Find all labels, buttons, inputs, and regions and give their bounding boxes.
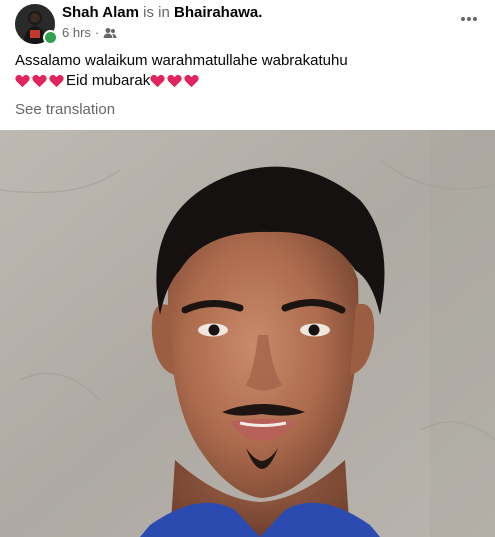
heart-icon [167, 74, 182, 88]
heart-icon [15, 74, 30, 88]
more-horizontal-icon [461, 17, 477, 21]
post-text-line1: Assalamo walaikum warahmatullahe wabraka… [15, 52, 348, 69]
post-photo[interactable] [0, 130, 495, 537]
author-name[interactable]: Shah Alam [62, 4, 139, 21]
friends-icon[interactable] [103, 27, 117, 39]
more-options-button[interactable] [457, 9, 481, 29]
portrait-photo [0, 130, 495, 537]
heart-icon [150, 74, 165, 88]
heart-icon [184, 74, 199, 88]
location-link[interactable]: Bhairahawa. [174, 4, 262, 21]
feed-post: Shah Alam is in Bhairahawa. 6 hrs · Assa… [0, 0, 495, 537]
meta-separator: · [94, 25, 100, 40]
online-status-dot [43, 30, 58, 45]
eid-greeting: Eid mubarak [66, 72, 151, 89]
post-header: Shah Alam is in Bhairahawa. [62, 4, 262, 22]
is-in-text: is in [143, 4, 170, 21]
post-meta: 6 hrs · [62, 25, 117, 41]
post-message: Assalamo walaikum warahmatullahe wabraka… [15, 51, 475, 91]
heart-icon [32, 74, 47, 88]
post-text-line2: Eid mubarak [15, 71, 475, 91]
heart-icon [49, 74, 64, 88]
see-translation-link[interactable]: See translation [15, 100, 115, 120]
post-timestamp[interactable]: 6 hrs [62, 25, 91, 41]
